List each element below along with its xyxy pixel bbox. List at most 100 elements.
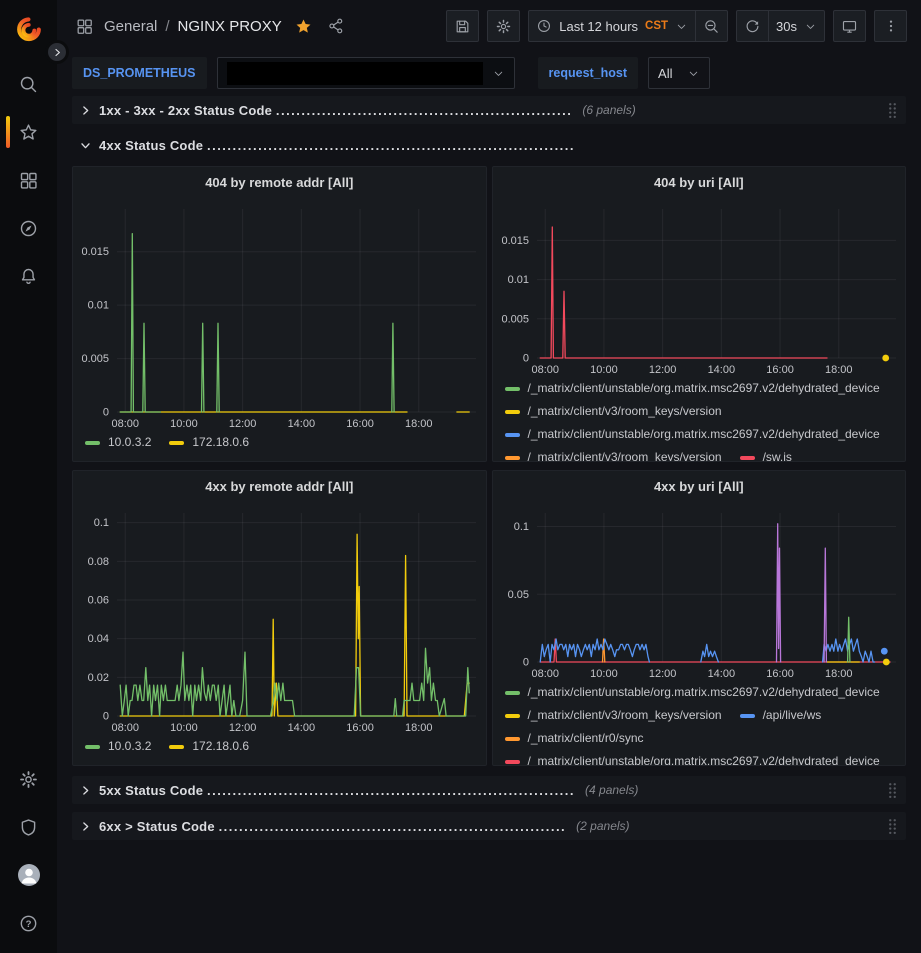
chevron-right-icon	[53, 48, 62, 57]
svg-text:0: 0	[103, 407, 109, 419]
chevron-right-icon	[79, 104, 92, 117]
time-controls: Last 12 hours CST	[528, 10, 728, 42]
grafana-logo[interactable]	[14, 14, 44, 44]
svg-text:0.08: 0.08	[88, 556, 109, 568]
legend-label: /sw.js	[763, 448, 792, 461]
page-title: NGINX PROXY	[178, 18, 282, 35]
chart-404-by-remote-addr[interactable]: 00.0050.010.01508:0010:0012:0014:0016:00…	[73, 197, 486, 433]
row-header-6xx[interactable]: 6xx > Status Code ......................…	[72, 812, 906, 840]
favorite-star-icon	[294, 17, 313, 36]
dashboard-settings-button[interactable]	[487, 10, 520, 42]
sidebar-item-configuration[interactable]	[7, 755, 51, 803]
legend-label: /_matrix/client/unstable/org.matrix.msc2…	[528, 683, 880, 702]
chevron-right-icon	[79, 784, 92, 797]
legend-item[interactable]: /_matrix/client/v3/room_keys/version	[505, 448, 722, 461]
legend-marker	[505, 691, 520, 695]
svg-text:10:00: 10:00	[590, 668, 618, 680]
gear-icon	[18, 769, 39, 790]
panel-title[interactable]: 404 by uri [All]	[493, 169, 906, 197]
cycle-view-mode-button[interactable]	[833, 10, 866, 42]
svg-text:0.05: 0.05	[507, 589, 528, 601]
chart-4xx-by-remote-addr[interactable]: 00.020.040.060.080.108:0010:0012:0014:00…	[73, 501, 486, 737]
legend-label: /_matrix/client/r0/sync	[528, 729, 644, 748]
row-header-1xx-3xx-2xx[interactable]: 1xx - 3xx - 2xx Status Code ............…	[72, 96, 906, 124]
sidebar-item-explore[interactable]	[7, 204, 51, 252]
legend-item[interactable]: /api/live/ws	[740, 706, 822, 725]
chart-canvas[interactable]: 00.050.108:0010:0012:0014:0016:0018:00	[493, 501, 906, 683]
help-icon: ?	[18, 913, 39, 934]
panel-title[interactable]: 4xx by remote addr [All]	[73, 473, 486, 501]
breadcrumb: General / NGINX PROXY	[104, 18, 282, 35]
sidebar-item-server-admin[interactable]	[7, 803, 51, 851]
sidebar-expand-button[interactable]	[48, 43, 66, 61]
kebab-menu-icon	[883, 18, 899, 34]
legend-item[interactable]: 172.18.0.6	[169, 433, 249, 452]
toolbar: Last 12 hours CST 30s	[446, 10, 907, 42]
legend-item[interactable]: /_matrix/client/unstable/org.matrix.msc2…	[505, 752, 880, 765]
refresh-interval-dropdown[interactable]: 30s	[768, 10, 825, 42]
svg-text:16:00: 16:00	[346, 722, 374, 734]
variable-datasource-select[interactable]	[217, 57, 515, 89]
dashboards-grid-icon	[18, 170, 39, 191]
legend-item[interactable]: 10.0.3.2	[85, 737, 151, 756]
legend-label: /_matrix/client/unstable/org.matrix.msc2…	[528, 425, 880, 444]
row-drag-handle[interactable]	[886, 780, 899, 801]
legend-label: /_matrix/client/v3/room_keys/version	[528, 402, 722, 421]
favorite-button[interactable]	[292, 15, 315, 38]
variable-request-host-select[interactable]: All	[648, 57, 710, 89]
sidebar-item-dashboards[interactable]	[7, 156, 51, 204]
panel-title[interactable]: 404 by remote addr [All]	[73, 169, 486, 197]
legend-item[interactable]: 10.0.3.2	[85, 433, 151, 452]
app-root: ? General / NGINX PROXY	[0, 0, 921, 953]
legend-item[interactable]: /_matrix/client/unstable/org.matrix.msc2…	[505, 425, 880, 444]
refresh-button[interactable]	[736, 10, 769, 42]
sidebar-item-alerting[interactable]	[7, 252, 51, 300]
legend-label: /_matrix/client/v3/room_keys/version	[528, 706, 722, 725]
row-title: 4xx Status Code ........................…	[99, 138, 575, 153]
breadcrumb-section[interactable]: General	[104, 18, 157, 35]
zoom-out-time-button[interactable]	[695, 10, 728, 42]
legend-label: /api/live/ws	[763, 706, 822, 725]
legend-item[interactable]: /_matrix/client/r0/sync	[505, 729, 644, 748]
legend-item[interactable]: /_matrix/client/unstable/org.matrix.msc2…	[505, 379, 880, 398]
save-dashboard-button[interactable]	[446, 10, 479, 42]
svg-text:08:00: 08:00	[531, 364, 559, 376]
legend-item[interactable]: /_matrix/client/v3/room_keys/version	[505, 706, 722, 725]
row-drag-handle[interactable]	[886, 100, 899, 121]
chart-404-by-uri[interactable]: 00.0050.010.01508:0010:0012:0014:0016:00…	[493, 197, 906, 379]
sidebar-item-help[interactable]: ?	[7, 899, 51, 947]
gear-icon	[495, 18, 512, 35]
breadcrumb-separator: /	[165, 18, 169, 35]
row-drag-handle[interactable]	[886, 816, 899, 837]
chart-legend: 10.0.3.2 172.18.0.6	[73, 737, 486, 765]
row-header-5xx[interactable]: 5xx Status Code ........................…	[72, 776, 906, 804]
legend-item[interactable]: /_matrix/client/unstable/org.matrix.msc2…	[505, 683, 880, 702]
chart-4xx-by-uri[interactable]: 00.050.108:0010:0012:0014:0016:0018:00	[493, 501, 906, 683]
panel-4xx-by-uri: 4xx by uri [All] 00.050.108:0010:0012:00…	[492, 470, 907, 766]
refresh-controls: 30s	[736, 10, 825, 42]
legend-label: /_matrix/client/v3/room_keys/version	[528, 448, 722, 461]
legend-label: 172.18.0.6	[192, 737, 249, 756]
chart-legend: /_matrix/client/unstable/org.matrix.msc2…	[493, 379, 906, 461]
sidebar-item-starred[interactable]	[7, 108, 51, 156]
legend-item[interactable]: 172.18.0.6	[169, 737, 249, 756]
sidebar-item-profile[interactable]	[7, 851, 51, 899]
row-panel-count: (4 panels)	[585, 783, 638, 797]
row-header-4xx[interactable]: 4xx Status Code ........................…	[72, 132, 906, 158]
main-area: General / NGINX PROXY	[57, 0, 921, 953]
svg-text:0.01: 0.01	[88, 300, 109, 312]
time-range-picker[interactable]: Last 12 hours CST	[528, 10, 696, 42]
more-options-button[interactable]	[874, 10, 907, 42]
chart-canvas[interactable]: 00.0050.010.01508:0010:0012:0014:0016:00…	[493, 197, 906, 379]
svg-text:12:00: 12:00	[648, 364, 676, 376]
panel-title[interactable]: 4xx by uri [All]	[493, 473, 906, 501]
share-button[interactable]	[325, 15, 347, 37]
legend-marker	[85, 745, 100, 749]
chart-canvas[interactable]: 00.0050.010.01508:0010:0012:0014:0016:00…	[73, 197, 486, 433]
chart-legend: /_matrix/client/unstable/org.matrix.msc2…	[493, 683, 906, 765]
legend-item[interactable]: /sw.js	[740, 448, 792, 461]
sidebar-item-search[interactable]	[7, 60, 51, 108]
legend-item[interactable]: /_matrix/client/v3/room_keys/version	[505, 402, 722, 421]
svg-text:18:00: 18:00	[824, 364, 852, 376]
chart-canvas[interactable]: 00.020.040.060.080.108:0010:0012:0014:00…	[73, 501, 486, 737]
